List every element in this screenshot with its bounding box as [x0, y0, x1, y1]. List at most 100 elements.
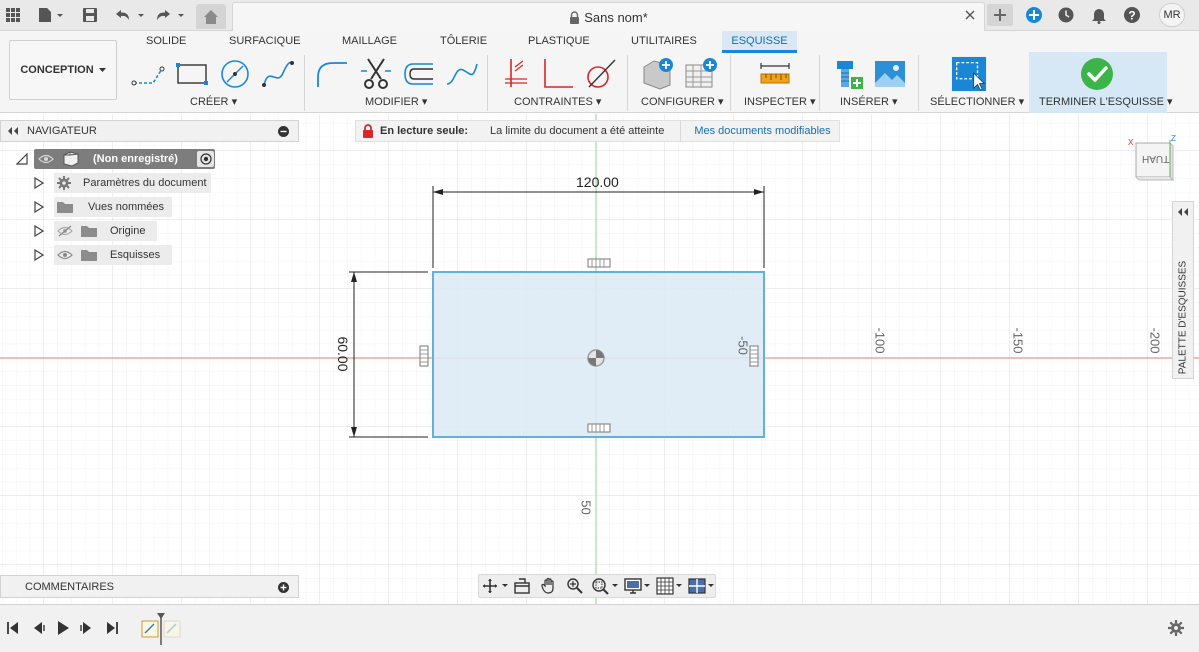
offset-tool-icon[interactable] — [400, 57, 436, 91]
horizontal-constraint-icon[interactable] — [587, 423, 611, 433]
collapse-panel-icon[interactable] — [7, 127, 19, 135]
expand-triangle-icon[interactable] — [34, 201, 44, 213]
expand-triangle-icon[interactable] — [34, 249, 44, 261]
display-settings-icon[interactable] — [624, 577, 652, 595]
vertical-constraint-icon[interactable] — [749, 345, 759, 367]
navigator-item[interactable] — [34, 245, 44, 265]
navigator-item-chip[interactable]: Vues nommées — [54, 197, 172, 217]
workspace-switcher[interactable]: CONCEPTION — [9, 40, 117, 100]
tab-plastique[interactable]: PLASTIQUE — [528, 35, 590, 47]
tab-surfacique[interactable]: SURFACIQUE — [229, 35, 301, 47]
width-dimension-value[interactable]: 120.00 — [576, 174, 619, 190]
rectangle-tool-icon[interactable] — [174, 57, 210, 91]
finish-sketch-icon[interactable] — [1079, 57, 1115, 91]
play-icon[interactable] — [56, 620, 70, 636]
group-selectionner[interactable]: SÉLECTIONNER ▾ — [930, 95, 1024, 108]
tab-utilitaires[interactable]: UTILITAIRES — [631, 35, 697, 47]
navigator-item-chip[interactable]: Origine — [54, 221, 157, 241]
navigator-item-chip[interactable]: Paramètres du document — [54, 173, 211, 193]
horizontal-vertical-constraint-icon[interactable] — [498, 57, 534, 91]
coincident-constraint-icon[interactable] — [540, 57, 576, 91]
editable-documents-link[interactable]: Mes documents modifiables — [694, 125, 830, 137]
view-cube[interactable]: HAUT X Z — [1127, 134, 1177, 188]
eye-icon[interactable] — [57, 249, 73, 261]
zoom-icon[interactable] — [566, 577, 584, 595]
expand-palette-icon[interactable] — [1177, 208, 1189, 216]
add-comment-icon[interactable] — [278, 582, 289, 593]
navigator-root[interactable] — [16, 149, 28, 169]
circle-tool-icon[interactable] — [217, 57, 253, 91]
timeline-sketch-feature-icon[interactable] — [140, 613, 184, 645]
orbit-icon[interactable] — [482, 578, 510, 594]
close-tab-icon[interactable] — [964, 9, 976, 21]
grid-settings-icon[interactable] — [656, 577, 684, 595]
help-icon[interactable]: ? — [1121, 4, 1143, 26]
trim-tool-icon[interactable] — [358, 57, 394, 91]
vertical-constraint-icon[interactable] — [419, 345, 429, 367]
navigator-item[interactable] — [34, 197, 44, 217]
insert-image-icon[interactable] — [872, 57, 908, 91]
undo-icon[interactable] — [112, 4, 146, 26]
group-inspecter[interactable]: INSPECTER ▾ — [744, 95, 816, 108]
comments-panel-header[interactable]: COMMENTAIRES — [0, 575, 299, 598]
go-to-end-icon[interactable] — [105, 621, 119, 635]
expand-triangle-icon[interactable] — [34, 177, 44, 189]
origin-point-icon[interactable] — [587, 349, 605, 367]
notifications-icon[interactable] — [1088, 4, 1110, 26]
group-contraintes[interactable]: CONTRAINTES ▾ — [514, 95, 601, 108]
timeline-settings-gear-icon[interactable] — [1168, 620, 1184, 636]
spline-tool-icon[interactable] — [260, 57, 296, 91]
eye-hidden-icon[interactable] — [57, 225, 73, 237]
expand-triangle-icon[interactable] — [34, 225, 44, 237]
document-title: Sans nom* — [584, 10, 648, 25]
fit-view-icon[interactable] — [591, 577, 621, 595]
measure-tool-icon[interactable] — [757, 57, 793, 91]
extensions-icon[interactable] — [1023, 4, 1045, 26]
go-to-start-icon[interactable] — [6, 621, 20, 635]
pan-hand-icon[interactable] — [540, 577, 558, 595]
navigator-item[interactable] — [34, 221, 44, 241]
minimize-panel-icon[interactable] — [278, 126, 289, 137]
tab-esquisse[interactable]: ESQUISSE — [722, 31, 797, 53]
read-only-label: En lecture seule: — [380, 125, 469, 137]
group-terminer-esquisse[interactable]: TERMINER L'ESQUISSE ▾ — [1039, 95, 1173, 108]
user-avatar[interactable]: MR — [1159, 3, 1185, 27]
step-forward-icon[interactable] — [80, 621, 94, 635]
insert-component-icon[interactable] — [830, 57, 866, 91]
height-dimension-value[interactable]: 60.00 — [335, 329, 351, 379]
expand-triangle-icon[interactable] — [16, 153, 28, 165]
group-inserer[interactable]: INSÉRER ▾ — [840, 95, 897, 108]
viewports-icon[interactable] — [688, 577, 716, 595]
sketch-palette-tab[interactable]: PALETTE D'ESQUISSES — [1172, 201, 1194, 379]
tab-maillage[interactable]: MAILLAGE — [342, 35, 397, 47]
parameters-table-icon[interactable] — [683, 57, 719, 91]
conic-curve-icon[interactable] — [444, 57, 480, 91]
redo-icon[interactable] — [152, 4, 186, 26]
navigator-panel-header[interactable]: NAVIGATEUR — [0, 120, 299, 142]
document-tab[interactable]: Sans nom* — [232, 2, 985, 31]
home-tab[interactable] — [196, 4, 226, 29]
eye-icon[interactable] — [38, 154, 54, 164]
app-grid-icon[interactable] — [4, 4, 22, 26]
tangent-constraint-icon[interactable] — [582, 57, 618, 91]
fillet-tool-icon[interactable] — [314, 57, 350, 91]
look-at-icon[interactable] — [513, 578, 531, 594]
group-configurer[interactable]: CONFIGURER ▾ — [641, 95, 724, 108]
select-tool-icon[interactable] — [951, 56, 987, 92]
tab-solide[interactable]: SOLIDE — [146, 35, 186, 47]
job-status-icon[interactable] — [1055, 4, 1077, 26]
tab-tolerie[interactable]: TÔLERIE — [440, 35, 487, 47]
group-creer[interactable]: CRÉER ▾ — [190, 95, 237, 108]
step-back-icon[interactable] — [31, 621, 45, 635]
horizontal-constraint-icon[interactable] — [587, 258, 611, 268]
navigator-root-chip[interactable]: (Non enregistré) — [34, 149, 215, 169]
navigator-item[interactable] — [34, 173, 44, 193]
group-modifier[interactable]: MODIFIER ▾ — [365, 95, 427, 108]
new-tab-icon[interactable] — [987, 4, 1013, 26]
activate-radio-icon[interactable] — [197, 151, 214, 167]
line-tool-icon[interactable] — [130, 57, 166, 91]
save-icon[interactable] — [80, 4, 100, 26]
file-menu-icon[interactable] — [36, 4, 66, 26]
navigator-item-chip[interactable]: Esquisses — [54, 245, 172, 265]
configure-table-icon[interactable] — [640, 57, 676, 91]
